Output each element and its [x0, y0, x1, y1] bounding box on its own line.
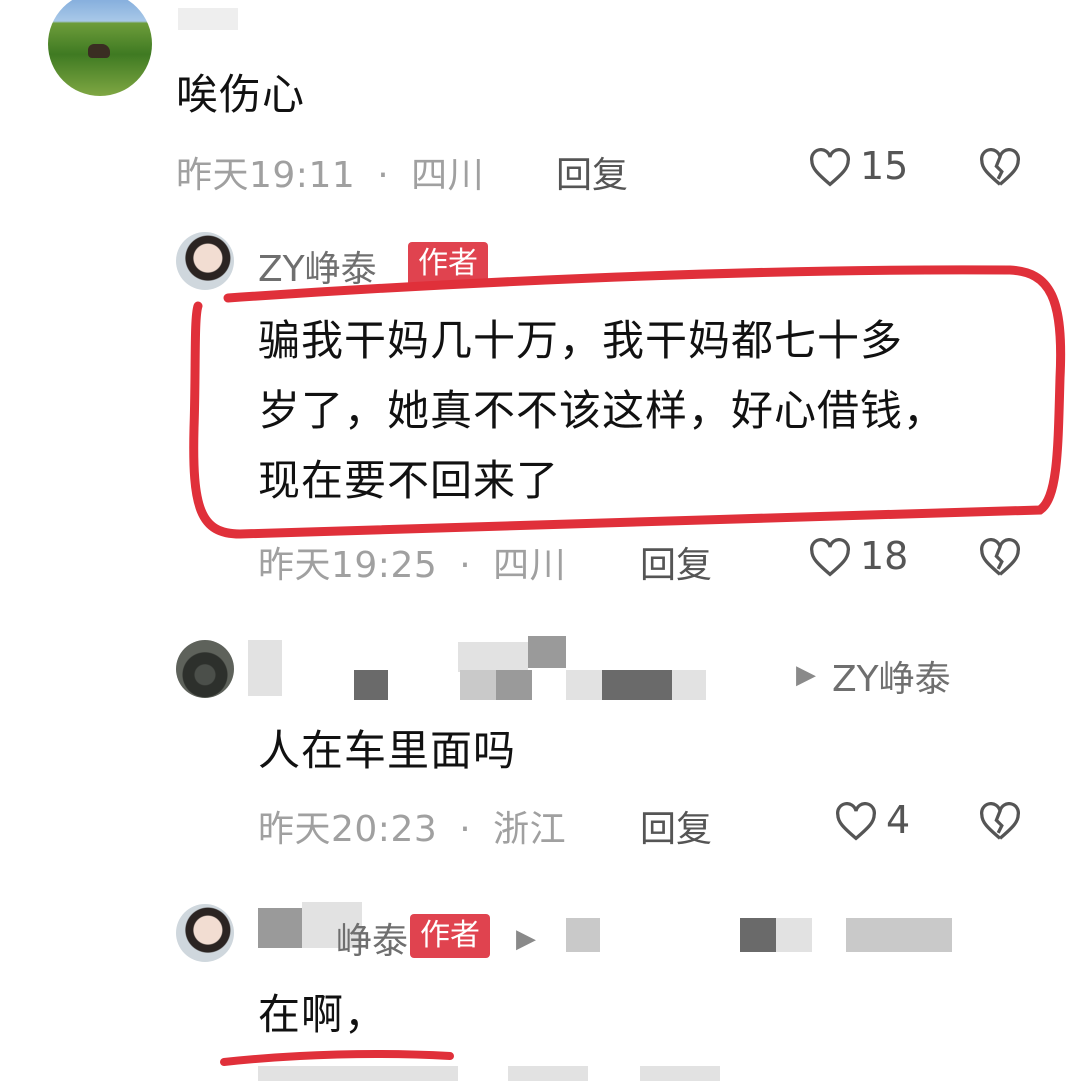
comment-location: 浙江 — [493, 809, 567, 850]
comment-location: 四川 — [493, 545, 567, 586]
dislike-button[interactable] — [978, 148, 1022, 192]
heart-outline-icon — [836, 802, 876, 841]
broken-heart-icon — [980, 148, 1020, 186]
comment-meta: 昨天19:25 · 四川 — [258, 536, 566, 588]
author-badge: 作者 — [410, 914, 490, 958]
play-arrow-icon: ▶ — [516, 924, 536, 954]
heart-outline-icon — [810, 538, 850, 577]
comment-text: 在啊， — [258, 990, 388, 1039]
blurred-reply-to — [560, 912, 960, 958]
comment-time: 昨天19:25 — [258, 545, 438, 586]
like-count: 18 — [860, 534, 909, 578]
meta-separator: · — [459, 545, 472, 586]
reply-to-username[interactable]: ZY峥泰 — [832, 650, 951, 702]
comment-text: 人在车里面吗 — [258, 726, 517, 775]
meta-separator: · — [377, 155, 390, 196]
meta-separator: · — [459, 809, 472, 850]
cut-off-meta — [258, 1066, 1058, 1081]
comment-text: 唉伤心 — [176, 70, 306, 119]
blurred-username — [248, 636, 788, 700]
like-count: 15 — [860, 144, 909, 188]
dislike-button[interactable] — [978, 538, 1022, 582]
comment-time: 昨天20:23 — [258, 809, 438, 850]
like-count: 4 — [886, 798, 911, 842]
play-arrow-icon: ▶ — [796, 660, 816, 690]
commenter-avatar[interactable] — [48, 0, 152, 96]
heart-outline-icon — [810, 148, 850, 187]
comment-meta: 昨天19:11 · 四川 — [176, 146, 484, 198]
comment-location: 四川 — [411, 155, 485, 196]
broken-heart-icon — [980, 538, 1020, 576]
blurred-username — [178, 8, 238, 30]
author-avatar[interactable] — [176, 904, 234, 962]
comment-time: 昨天19:11 — [176, 155, 356, 196]
like-button[interactable] — [808, 538, 852, 582]
broken-heart-icon — [980, 802, 1020, 840]
author-username-partial[interactable]: 峥泰 — [336, 912, 408, 964]
like-button[interactable] — [808, 148, 852, 192]
reply-button[interactable]: 回复 — [640, 800, 712, 852]
commenter-avatar[interactable] — [176, 640, 234, 698]
dislike-button[interactable] — [978, 802, 1022, 846]
like-button[interactable] — [834, 802, 878, 846]
reply-button[interactable]: 回复 — [640, 536, 712, 588]
red-highlight-annotation — [189, 265, 1066, 539]
comment-meta: 昨天20:23 · 浙江 — [258, 800, 566, 852]
reply-button[interactable]: 回复 — [556, 146, 628, 198]
